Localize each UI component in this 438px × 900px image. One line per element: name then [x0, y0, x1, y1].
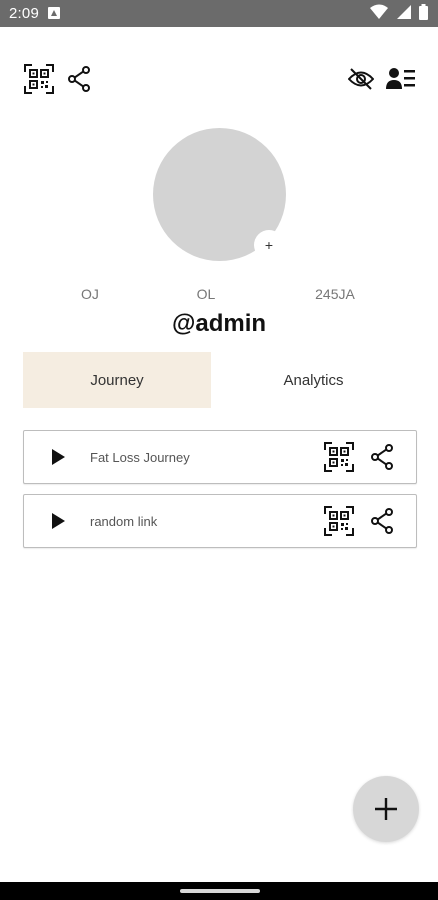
- tab-bar: Journey Analytics: [23, 352, 416, 408]
- qr-code-button[interactable]: [324, 506, 354, 541]
- tab-journey[interactable]: Journey: [23, 352, 211, 408]
- username: @admin: [171, 310, 267, 337]
- signal-icon: [397, 5, 411, 19]
- navigation-bar: [0, 882, 438, 900]
- status-bar: 2:09: [0, 0, 438, 27]
- link-title: random link: [90, 514, 158, 529]
- wifi-icon: [370, 4, 388, 19]
- stat-item: OJ: [81, 286, 99, 302]
- link-card[interactable]: Fat Loss Journey: [23, 430, 417, 484]
- stat-item: 245JA: [315, 286, 355, 302]
- add-link-button[interactable]: [353, 776, 419, 842]
- contacts-button[interactable]: [386, 64, 416, 94]
- share-icon: [371, 444, 393, 470]
- plus-icon: [375, 798, 397, 820]
- visibility-off-icon: [348, 68, 374, 90]
- toolbar-left: [24, 64, 94, 94]
- link-card[interactable]: random link: [23, 494, 417, 548]
- qr-code-icon: [24, 64, 54, 94]
- share-icon: [68, 66, 90, 92]
- visibility-toggle-button[interactable]: [346, 64, 376, 94]
- status-icons: [370, 4, 428, 20]
- notification-icon: [48, 7, 60, 19]
- qr-code-icon: [324, 506, 354, 536]
- toolbar-right: [346, 64, 416, 94]
- contact-list-icon: [386, 68, 415, 89]
- avatar-add-button[interactable]: +: [254, 230, 284, 260]
- stat-item: OL: [196, 286, 216, 302]
- qr-code-button[interactable]: [24, 64, 54, 94]
- link-title: Fat Loss Journey: [90, 450, 190, 465]
- home-gesture-handle[interactable]: [180, 889, 260, 893]
- share-icon: [371, 508, 393, 534]
- battery-icon: [419, 4, 428, 20]
- play-icon[interactable]: [52, 449, 65, 465]
- share-button[interactable]: [64, 64, 94, 94]
- qr-code-button[interactable]: [324, 442, 354, 477]
- status-time: 2:09: [9, 5, 39, 22]
- share-button[interactable]: [370, 508, 394, 539]
- qr-code-icon: [324, 442, 354, 472]
- share-button[interactable]: [370, 444, 394, 475]
- play-icon[interactable]: [52, 513, 65, 529]
- tab-analytics[interactable]: Analytics: [211, 352, 416, 408]
